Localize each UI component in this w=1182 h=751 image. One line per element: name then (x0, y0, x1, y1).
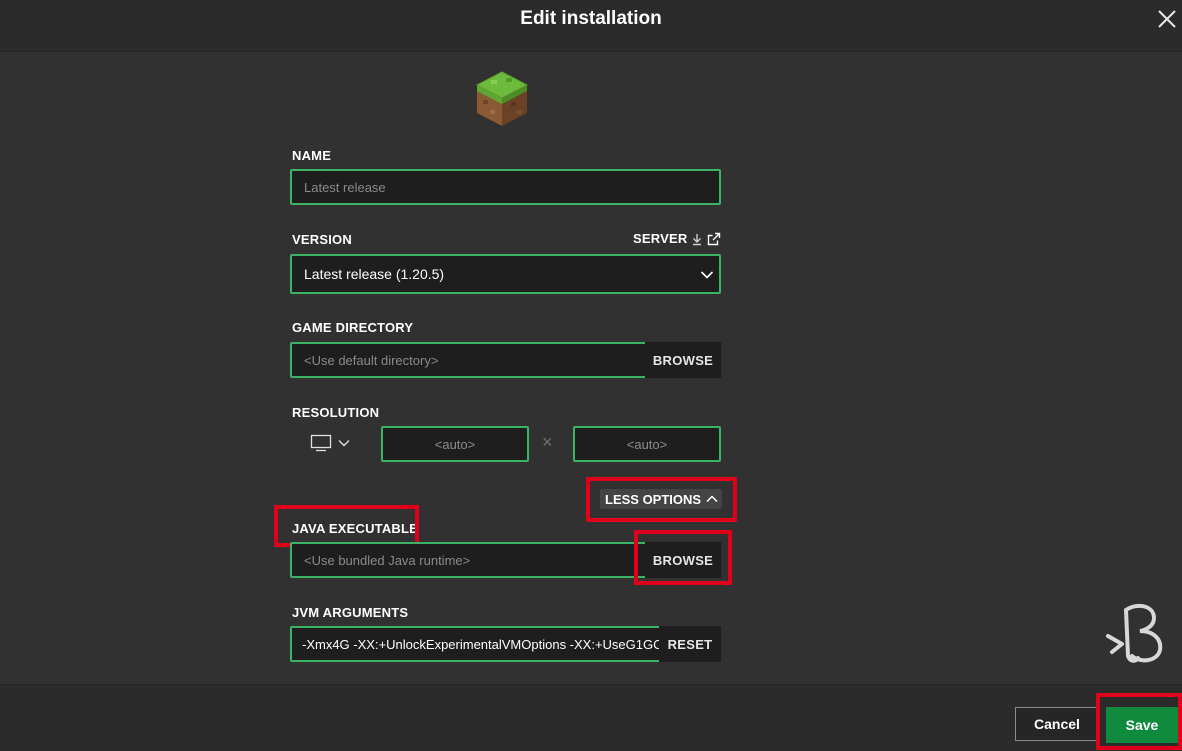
resolution-height-input[interactable]: <auto> (573, 426, 721, 462)
external-link-icon[interactable] (707, 232, 721, 246)
game-directory-label: GAME DIRECTORY (292, 320, 414, 335)
grass-block-icon[interactable] (473, 70, 531, 130)
server-link[interactable]: SERVER (633, 231, 721, 246)
close-icon[interactable] (1156, 8, 1178, 30)
game-directory-browse-button[interactable]: BROWSE (645, 342, 721, 378)
resolution-width-input[interactable]: <auto> (381, 426, 529, 462)
dialog-footer (0, 684, 1182, 751)
watermark-logo-icon (1106, 603, 1163, 663)
monitor-icon (310, 434, 332, 452)
resolution-separator: × (542, 432, 553, 452)
cancel-button[interactable]: Cancel (1015, 707, 1099, 741)
java-executable-label: JAVA EXECUTABLE (292, 521, 419, 536)
game-directory-input[interactable]: <Use default directory> (290, 342, 647, 378)
server-label: SERVER (633, 231, 688, 246)
java-executable-browse-button[interactable]: BROWSE (645, 542, 721, 578)
name-label: NAME (292, 148, 332, 163)
version-select[interactable]: Latest release (1.20.5) (290, 254, 721, 294)
name-input[interactable]: Latest release (290, 169, 721, 205)
less-options-label: LESS OPTIONS (605, 491, 702, 507)
java-executable-input[interactable]: <Use bundled Java runtime> (290, 542, 647, 578)
jvm-arguments-label: JVM ARGUMENTS (292, 605, 409, 620)
jvm-reset-button[interactable]: RESET (659, 626, 721, 662)
less-options-button[interactable]: LESS OPTIONS (600, 489, 722, 509)
dialog-title: Edit installation (520, 8, 662, 29)
version-selected-value: Latest release (1.20.5) (304, 266, 445, 282)
jvm-arguments-input[interactable]: -Xmx4G -XX:+UnlockExperimentalVMOptions … (290, 626, 661, 662)
dialog-header: Edit installation (0, 0, 1182, 52)
save-button[interactable]: Save (1106, 707, 1178, 743)
chevron-down-icon (338, 440, 350, 447)
chevron-down-icon (700, 271, 714, 279)
resolution-preset-dropdown[interactable] (310, 432, 355, 454)
version-label: VERSION (292, 232, 352, 247)
resolution-label: RESOLUTION (292, 405, 380, 420)
download-icon (693, 233, 702, 245)
chevron-up-icon (706, 495, 718, 503)
